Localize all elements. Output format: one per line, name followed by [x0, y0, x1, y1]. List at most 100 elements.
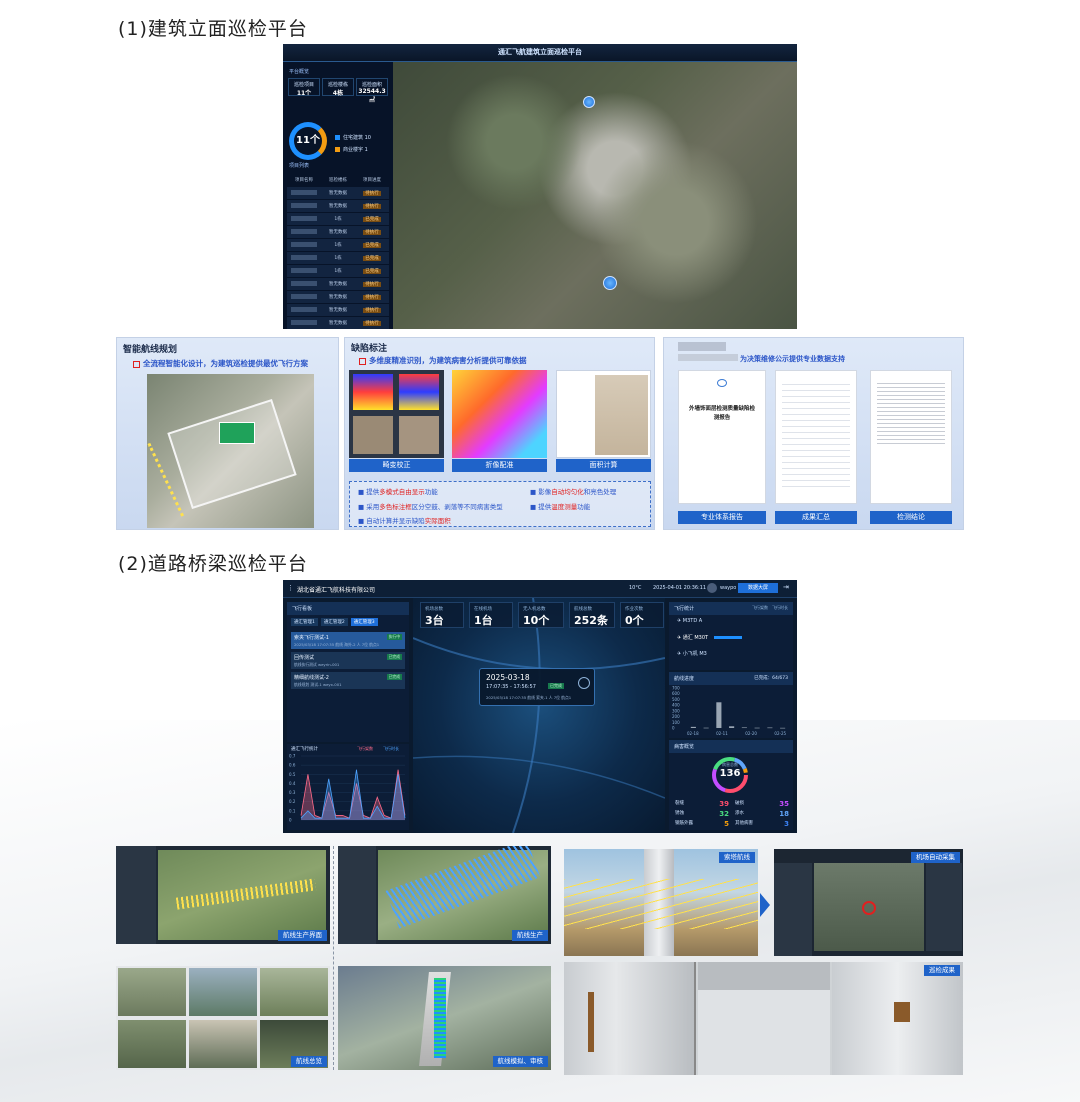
- route-simulation-image[interactable]: 航线模拟、审核: [338, 966, 551, 1070]
- auto-collection-image[interactable]: 机场自动采集: [774, 849, 963, 956]
- project-list-header: 项目列表: [289, 163, 310, 169]
- flight-stats-chart-panel: 通汇飞行统计 飞行架数 飞行时长 0 0.1 0.2 0.3 0.4 0.5 0.6 0.7: [287, 744, 409, 830]
- flight-stats-header: 飞行统计 飞行时长 飞行架数: [669, 602, 793, 615]
- report-document[interactable]: 外墙饰面层检测质量缺陷检测报告: [678, 370, 766, 504]
- flight-popup[interactable]: 2025-03-18 17:07:35 - 17:56:57 已完成 2025/…: [479, 668, 595, 706]
- thumbnail: [189, 968, 257, 1016]
- defect-overview-panel: 病害概览 病害总数 136 裂缝 39 破损 35 锈蚀 32 渗水 18 钢筋外露 5 其他病害 3: [669, 740, 793, 830]
- x-tick-label: 02-25: [774, 731, 786, 736]
- y-tick-label: 0.6: [289, 763, 296, 768]
- y-tick-label: 200: [672, 714, 680, 719]
- facade-tile: [399, 416, 439, 454]
- kpi-online-airports: 在线机场 1台: [469, 602, 513, 628]
- route-production-ui-image[interactable]: 航线生产界面: [116, 846, 330, 944]
- distortion-image[interactable]: [349, 370, 444, 458]
- tab-manage-2[interactable]: 通汇管理2: [320, 618, 348, 626]
- map-roads: [413, 598, 665, 833]
- table-row[interactable]: 暂无数据 待执行: [287, 291, 389, 303]
- route-overview-image[interactable]: 航线总览: [116, 966, 330, 1070]
- building-count: 1栋: [334, 217, 342, 222]
- bar: [754, 727, 760, 729]
- ui-sidebar: [774, 863, 812, 956]
- feature-item: ■ 自动计算并显示缺陷实际面积: [358, 517, 451, 525]
- table-row[interactable]: 暂无数据 待执行: [287, 187, 389, 199]
- facade-tile: [353, 416, 393, 454]
- tab-manage-3[interactable]: 通汇管理3: [350, 618, 378, 626]
- status-tag: 已完成: [363, 269, 381, 274]
- route-bar-chart: 0100200300400500600700 02-18 02-11 02-20 02-…: [672, 686, 787, 737]
- route-map-image[interactable]: [147, 374, 314, 528]
- thumbnail: [118, 1020, 186, 1068]
- conclusion-document[interactable]: [870, 370, 952, 504]
- defect-item: 裂缝 39: [675, 800, 729, 808]
- registration-image[interactable]: [452, 370, 547, 458]
- legend-residential: 住宅建筑 10: [335, 134, 371, 141]
- task-item[interactable]: 精细航线测试-2 航线规划 测试-1 weyx-001 已完成: [291, 672, 405, 689]
- bridge-inspection-dashboard: ⋮ 湖北省通汇飞航科技有限公司 10°C 2025-04-01 20:36:11…: [283, 580, 797, 833]
- checkbox-icon: [133, 360, 140, 368]
- kpi-airports: 机场总数 3台: [420, 602, 464, 628]
- table-row[interactable]: 暂无数据 待执行: [287, 304, 389, 316]
- tower-route-image[interactable]: 索塔航线: [564, 849, 758, 956]
- username[interactable]: waypo: [720, 585, 736, 591]
- status-badge: 待执行: [355, 281, 389, 287]
- route-waypoints: [434, 978, 446, 1058]
- table-row[interactable]: 1栋 已完成: [287, 265, 389, 277]
- status-tag: 待执行: [363, 282, 381, 287]
- datetime: 2025-04-01 20:36:11: [653, 585, 707, 591]
- kpi-jobs: 作业次数 0个: [620, 602, 664, 628]
- area-calc-image[interactable]: [556, 370, 651, 458]
- defect-item: 其他病害 3: [735, 820, 789, 828]
- summary-table: [782, 379, 850, 489]
- menu-icon[interactable]: ⋮: [287, 584, 294, 592]
- table-row[interactable]: 暂无数据 待执行: [287, 317, 389, 329]
- status-tag: 待执行: [363, 308, 381, 313]
- status-badge: 已完成: [355, 216, 389, 222]
- data-screen-button[interactable]: 数据大屏: [738, 583, 778, 593]
- building-count: 1栋: [334, 256, 342, 261]
- defect-card-subtitle: 多维度精准识别，为建筑病害分析提供可靠依据: [359, 355, 527, 366]
- x-tick-label: 02-11: [716, 731, 728, 736]
- table-row[interactable]: 1栋 已完成: [287, 239, 389, 251]
- summary-document[interactable]: [775, 370, 857, 504]
- table-row[interactable]: 1栋 已完成: [287, 213, 389, 225]
- table-row[interactable]: 暂无数据 待执行: [287, 278, 389, 290]
- label-area-calc: 面积计算: [556, 459, 651, 472]
- table-row[interactable]: 暂无数据 待执行: [287, 226, 389, 238]
- label-route-simulation: 航线模拟、审核: [492, 1056, 548, 1067]
- report-doc-title: 外墙饰面层检测质量缺陷检测报告: [689, 406, 756, 421]
- kpi-routes: 航线总数 252条: [569, 602, 615, 628]
- table-row[interactable]: 暂无数据 待执行: [287, 200, 389, 212]
- y-tick-label: 100: [672, 720, 680, 725]
- logout-icon[interactable]: ⇥: [783, 583, 789, 591]
- status-badge: 已完成: [355, 255, 389, 261]
- status-tag: 待执行: [363, 230, 381, 235]
- building-count: 暂无数据: [329, 295, 347, 300]
- flight-line-chart: 0 0.1 0.2 0.3 0.4 0.5 0.6 0.7: [289, 754, 406, 823]
- table-row[interactable]: 1栋 已完成: [287, 252, 389, 264]
- defect-total: 136: [719, 768, 741, 779]
- map-marker-icon[interactable]: [603, 276, 617, 290]
- bar: [690, 726, 696, 728]
- label-tower-route: 索塔航线: [719, 852, 755, 863]
- task-item[interactable]: 回传测试 航线执行测试 weyrin-001 已完成: [291, 652, 405, 669]
- y-tick-label: 300: [672, 708, 680, 713]
- flight-stats-panel: 飞行统计 飞行时长 飞行架数 ✈ M3TD A ✈ 通汇 M30T ✈ 小飞机 M3: [669, 602, 793, 670]
- inspection-results-image[interactable]: 巡检成果: [564, 962, 963, 1075]
- task-item[interactable]: 索夹飞行测试-1 2025/03/18 17:07:35 航线 海外-2 人 7位…: [291, 632, 405, 649]
- avatar[interactable]: [707, 583, 717, 593]
- tab-manage-1[interactable]: 通汇管理1: [291, 618, 318, 626]
- play-icon[interactable]: [578, 677, 590, 689]
- satellite-map[interactable]: [393, 62, 797, 329]
- redacted-project-name: [287, 215, 321, 223]
- route-production-image[interactable]: 航线生产: [338, 846, 551, 944]
- building-inspection-dashboard: 通汇飞航建筑立面巡检平台 平台概览 巡检项目 11个 巡检楼栋 4栋 巡检面积 325…: [283, 44, 797, 329]
- arrow-right-icon: [760, 893, 770, 917]
- kpi-drones: 无人机总数 10个: [518, 602, 564, 628]
- x-tick-label: 02-20: [745, 731, 757, 736]
- redacted-project-name: [287, 280, 321, 288]
- section-title-bridge: (2)道路桥梁巡检平台: [118, 553, 308, 575]
- popup-badge: 已完成: [548, 683, 564, 689]
- drone-row: ✈ M3TD A: [677, 618, 703, 624]
- map-marker-icon[interactable]: [583, 96, 595, 108]
